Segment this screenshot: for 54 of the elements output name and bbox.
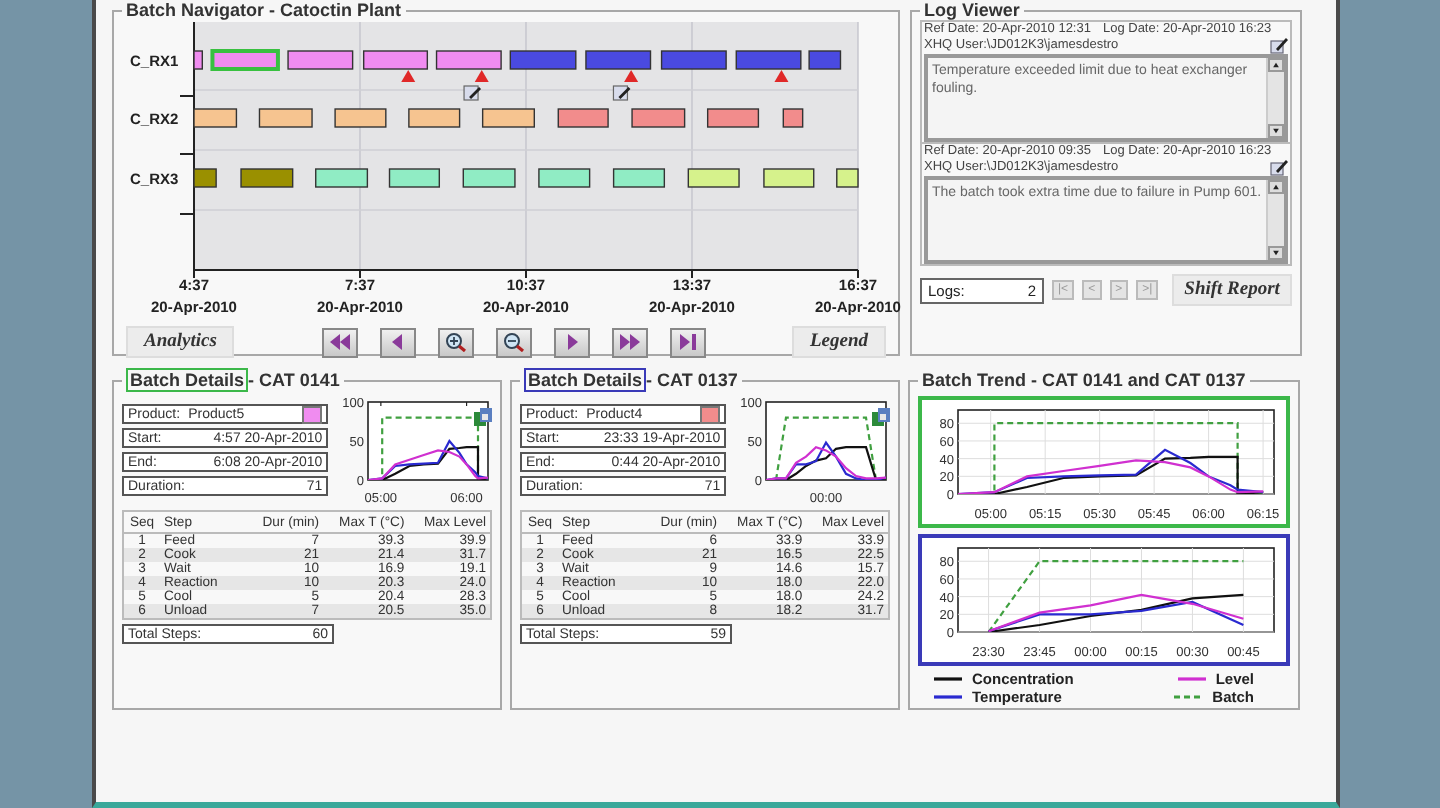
trend-lines-drawing xyxy=(766,416,887,480)
batch-details-title[interactable]: Batch Details xyxy=(524,368,647,392)
batch-bar[interactable] xyxy=(687,168,740,188)
rewind-icon xyxy=(327,332,352,352)
batch-bar[interactable] xyxy=(782,108,804,128)
batch-bar[interactable] xyxy=(363,50,428,70)
note-icon[interactable] xyxy=(612,85,631,101)
skip-end-button[interactable] xyxy=(669,327,706,357)
batch-bar[interactable] xyxy=(808,50,842,70)
batch-bar[interactable] xyxy=(481,108,535,128)
batch-bar[interactable] xyxy=(315,168,369,188)
zoom-out-button[interactable] xyxy=(495,327,532,357)
scroll-up-icon[interactable] xyxy=(1268,180,1284,194)
batch-bar[interactable] xyxy=(763,168,815,188)
panel-title: Batch Navigator - Catoctin Plant xyxy=(124,0,404,20)
panel-title: Batch Trend - CAT 0141 and CAT 0137 xyxy=(920,370,1248,390)
batch-bar[interactable] xyxy=(538,168,591,188)
batch-id: - CAT 0137 xyxy=(646,370,738,390)
scroll-down-icon[interactable] xyxy=(1268,246,1284,260)
batch-bar[interactable] xyxy=(462,168,516,188)
batch-bar[interactable] xyxy=(334,108,387,128)
scroll-down-icon[interactable] xyxy=(1268,124,1284,138)
previous-button[interactable] xyxy=(379,327,416,357)
batch-bar[interactable] xyxy=(408,108,461,128)
scroll-up-icon[interactable] xyxy=(1268,58,1284,72)
analytics-button[interactable]: Analytics xyxy=(126,326,235,358)
batch-bar[interactable] xyxy=(287,50,354,70)
batch-details-title[interactable]: Batch Details xyxy=(126,368,249,392)
batch-bar[interactable] xyxy=(612,168,666,188)
batch-bar[interactable] xyxy=(258,108,313,128)
note-icon[interactable] xyxy=(463,85,482,101)
panel-title: Log Viewer xyxy=(922,0,1022,20)
shift-report-button[interactable]: Shift Report xyxy=(1172,274,1292,306)
zoom-out-icon xyxy=(501,332,526,352)
next-button[interactable] xyxy=(553,327,590,357)
batch-id: - CAT 0141 xyxy=(248,370,340,390)
fast-forward-button[interactable] xyxy=(611,327,648,357)
zoom-in-button[interactable] xyxy=(437,327,474,357)
batch-bar[interactable] xyxy=(193,50,203,70)
batch-bar[interactable] xyxy=(388,168,440,188)
rewind-button[interactable] xyxy=(321,327,358,357)
zoom-in-icon xyxy=(443,332,468,352)
batch-bar[interactable] xyxy=(706,108,760,128)
scrollbar[interactable] xyxy=(1266,180,1284,260)
edit-icon[interactable] xyxy=(1270,160,1288,176)
skip-end-icon xyxy=(675,332,700,352)
legend-button[interactable]: Legend xyxy=(791,326,886,358)
edit-icon[interactable] xyxy=(1270,38,1288,54)
trend-lines-drawing xyxy=(368,416,489,480)
fast-forward-icon xyxy=(617,332,642,352)
batch-bar[interactable] xyxy=(193,168,217,188)
scrollbar[interactable] xyxy=(1266,58,1284,138)
batch-bar[interactable] xyxy=(193,108,238,128)
batch-bar[interactable] xyxy=(836,168,859,188)
